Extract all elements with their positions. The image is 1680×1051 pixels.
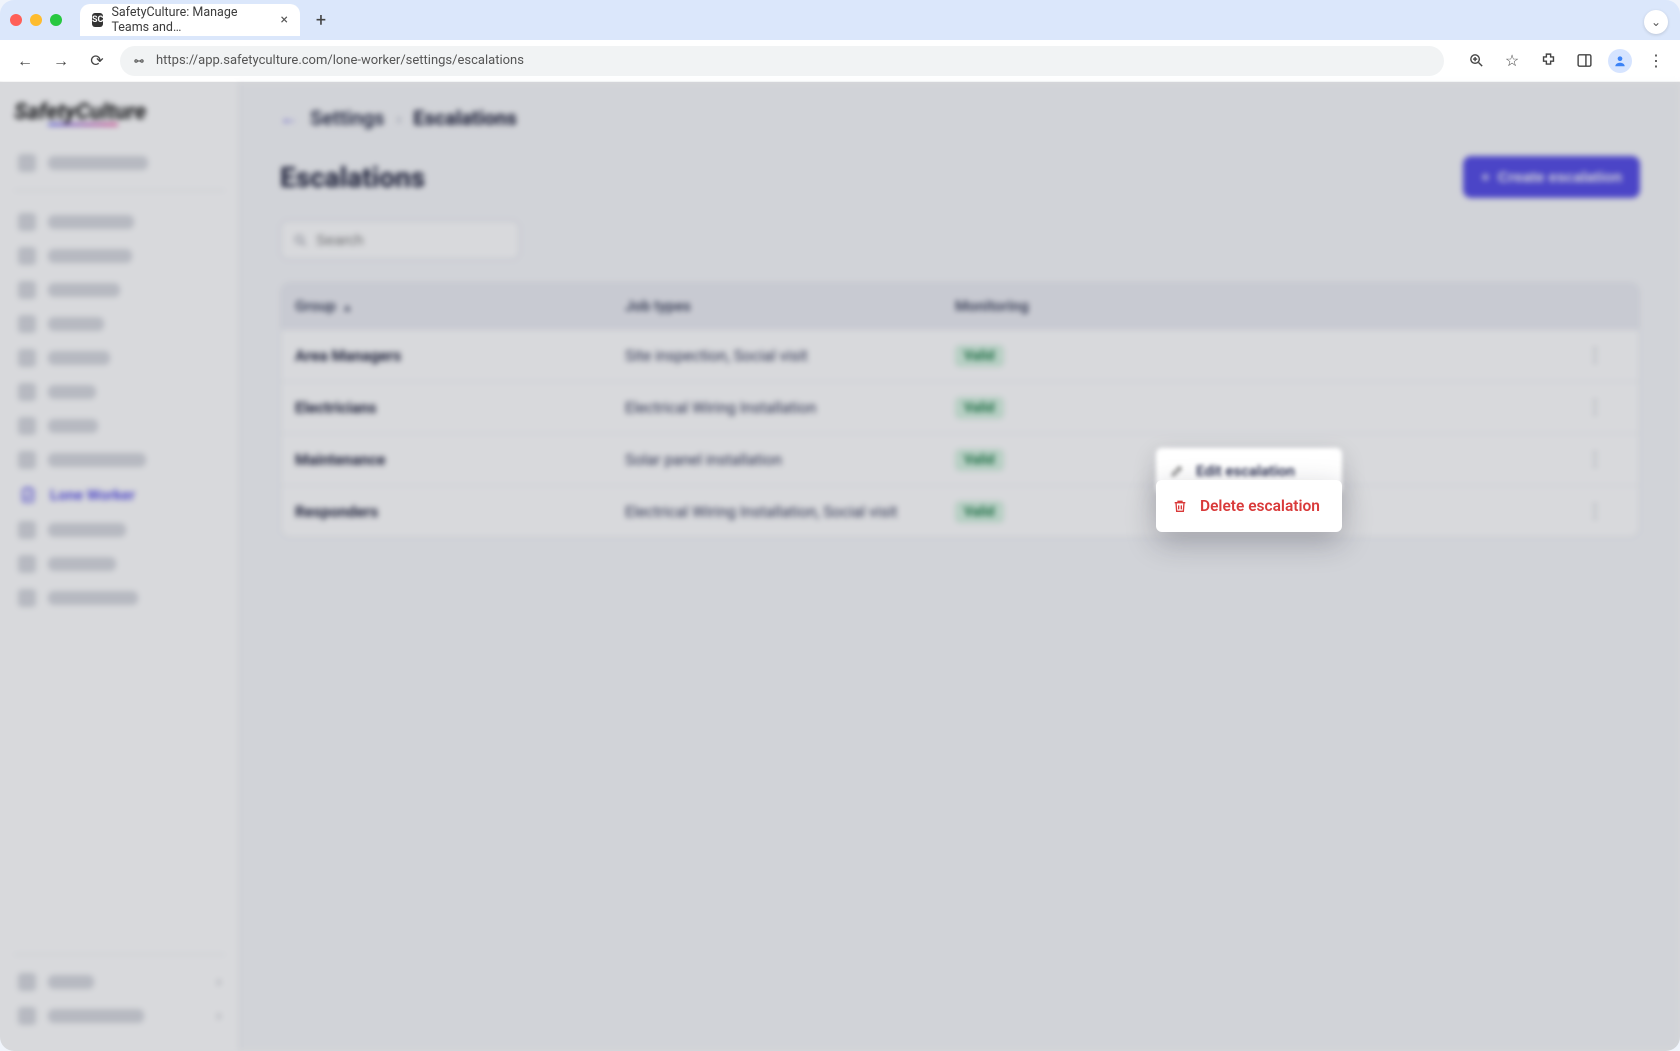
sidepanel-icon[interactable] — [1572, 49, 1596, 73]
site-info-icon[interactable] — [132, 54, 146, 68]
browser-toolbar: ← → ⟳ https://app.safetyculture.com/lone… — [0, 40, 1680, 82]
nav-forward-button[interactable]: → — [48, 48, 74, 74]
menu-item-label: Edit escalation — [1196, 462, 1295, 480]
browser-tab[interactable]: SC SafetyCulture: Manage Teams and… × — [80, 4, 300, 36]
profile-avatar-icon[interactable] — [1608, 49, 1632, 73]
traffic-zoom-icon[interactable] — [50, 14, 62, 26]
address-bar[interactable]: https://app.safetyculture.com/lone-worke… — [120, 46, 1444, 76]
window-controls — [10, 14, 62, 26]
address-url: https://app.safetyculture.com/lone-worke… — [156, 53, 524, 68]
kebab-menu-icon[interactable]: ⋮ — [1644, 49, 1668, 73]
new-tab-button[interactable]: + — [308, 7, 334, 33]
tab-title: SafetyCulture: Manage Teams and… — [111, 5, 272, 35]
traffic-close-icon[interactable] — [10, 14, 22, 26]
menu-item-label: Delete escalation — [1200, 497, 1320, 515]
nav-reload-button[interactable]: ⟳ — [84, 48, 110, 74]
menu-item-delete[interactable]: Delete escalation — [1156, 480, 1342, 532]
bookmark-icon[interactable]: ☆ — [1500, 49, 1524, 73]
zoom-icon[interactable] — [1464, 49, 1488, 73]
tab-strip: SC SafetyCulture: Manage Teams and… × + — [0, 0, 1680, 40]
chrome-menu-chevron[interactable]: ⌄ — [1644, 10, 1668, 34]
nav-back-button[interactable]: ← — [12, 48, 38, 74]
tab-close-icon[interactable]: × — [281, 12, 288, 28]
modal-backdrop[interactable] — [0, 82, 1680, 1051]
pencil-icon — [1170, 464, 1186, 478]
extensions-icon[interactable] — [1536, 49, 1560, 73]
trash-icon — [1172, 498, 1188, 514]
traffic-minimize-icon[interactable] — [30, 14, 42, 26]
tab-favicon-icon: SC — [92, 13, 103, 27]
